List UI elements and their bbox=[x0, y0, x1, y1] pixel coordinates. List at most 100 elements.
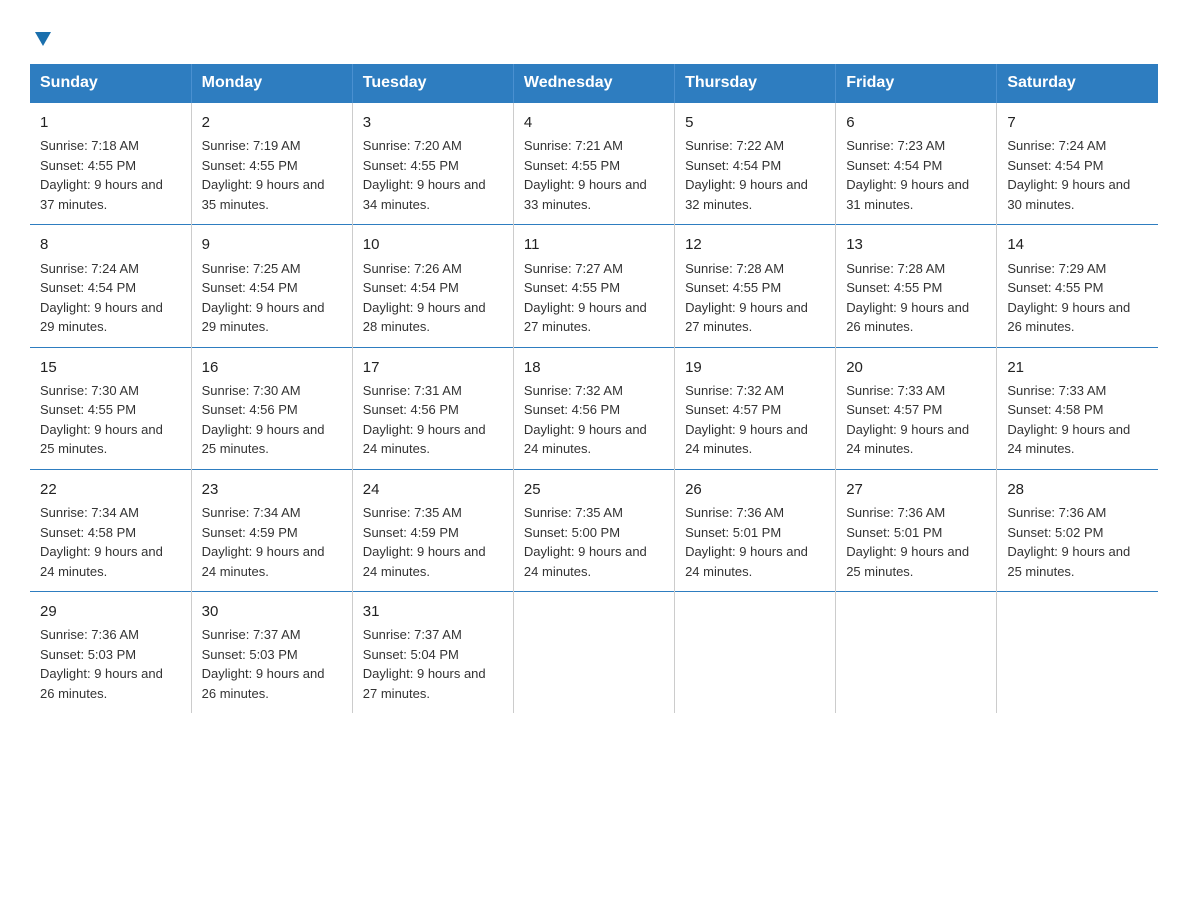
day-info: Sunrise: 7:27 AMSunset: 4:55 PMDaylight:… bbox=[524, 259, 664, 337]
day-number: 9 bbox=[202, 233, 342, 256]
day-info: Sunrise: 7:26 AMSunset: 4:54 PMDaylight:… bbox=[363, 259, 503, 337]
week-row-5: 29Sunrise: 7:36 AMSunset: 5:03 PMDayligh… bbox=[30, 592, 1158, 714]
day-number: 21 bbox=[1007, 356, 1148, 379]
day-info: Sunrise: 7:18 AMSunset: 4:55 PMDaylight:… bbox=[40, 136, 181, 214]
day-number: 14 bbox=[1007, 233, 1148, 256]
header-day-wednesday: Wednesday bbox=[513, 64, 674, 103]
calendar-cell: 8 Sunrise: 7:24 AMSunset: 4:54 PMDaylight… bbox=[30, 225, 191, 347]
calendar-cell: 25Sunrise: 7:35 AMSunset: 5:00 PMDayligh… bbox=[513, 469, 674, 591]
calendar-cell: 21Sunrise: 7:33 AMSunset: 4:58 PMDayligh… bbox=[997, 347, 1158, 469]
calendar-cell: 11Sunrise: 7:27 AMSunset: 4:55 PMDayligh… bbox=[513, 225, 674, 347]
header-day-friday: Friday bbox=[836, 64, 997, 103]
day-number: 28 bbox=[1007, 478, 1148, 501]
day-number: 7 bbox=[1007, 111, 1148, 134]
day-info: Sunrise: 7:34 AMSunset: 4:58 PMDaylight:… bbox=[40, 503, 181, 581]
day-info: Sunrise: 7:19 AMSunset: 4:55 PMDaylight:… bbox=[202, 136, 342, 214]
day-info: Sunrise: 7:23 AMSunset: 4:54 PMDaylight:… bbox=[846, 136, 986, 214]
calendar-cell: 31Sunrise: 7:37 AMSunset: 5:04 PMDayligh… bbox=[352, 592, 513, 714]
day-number: 27 bbox=[846, 478, 986, 501]
day-info: Sunrise: 7:28 AMSunset: 4:55 PMDaylight:… bbox=[846, 259, 986, 337]
calendar-cell bbox=[675, 592, 836, 714]
day-number: 26 bbox=[685, 478, 825, 501]
header-day-saturday: Saturday bbox=[997, 64, 1158, 103]
week-row-2: 8 Sunrise: 7:24 AMSunset: 4:54 PMDaylight… bbox=[30, 225, 1158, 347]
day-info: Sunrise: 7:33 AMSunset: 4:57 PMDaylight:… bbox=[846, 381, 986, 459]
calendar-cell: 20Sunrise: 7:33 AMSunset: 4:57 PMDayligh… bbox=[836, 347, 997, 469]
calendar-cell: 29Sunrise: 7:36 AMSunset: 5:03 PMDayligh… bbox=[30, 592, 191, 714]
week-row-4: 22Sunrise: 7:34 AMSunset: 4:58 PMDayligh… bbox=[30, 469, 1158, 591]
calendar-cell: 5Sunrise: 7:22 AMSunset: 4:54 PMDaylight… bbox=[675, 103, 836, 225]
day-info: Sunrise: 7:25 AMSunset: 4:54 PMDaylight:… bbox=[202, 259, 342, 337]
calendar-cell: 9 Sunrise: 7:25 AMSunset: 4:54 PMDaylight… bbox=[191, 225, 352, 347]
calendar-cell: 16Sunrise: 7:30 AMSunset: 4:56 PMDayligh… bbox=[191, 347, 352, 469]
day-info: Sunrise: 7:31 AMSunset: 4:56 PMDaylight:… bbox=[363, 381, 503, 459]
calendar-cell: 3Sunrise: 7:20 AMSunset: 4:55 PMDaylight… bbox=[352, 103, 513, 225]
day-info: Sunrise: 7:28 AMSunset: 4:55 PMDaylight:… bbox=[685, 259, 825, 337]
day-info: Sunrise: 7:35 AMSunset: 5:00 PMDaylight:… bbox=[524, 503, 664, 581]
day-number: 6 bbox=[846, 111, 986, 134]
day-number: 8 bbox=[40, 233, 181, 256]
calendar-cell: 6Sunrise: 7:23 AMSunset: 4:54 PMDaylight… bbox=[836, 103, 997, 225]
calendar-cell: 12 Sunrise: 7:28 AMSunset: 4:55 PMDayligh… bbox=[675, 225, 836, 347]
day-info: Sunrise: 7:37 AMSunset: 5:04 PMDaylight:… bbox=[363, 625, 503, 703]
calendar-cell bbox=[997, 592, 1158, 714]
day-info: Sunrise: 7:36 AMSunset: 5:01 PMDaylight:… bbox=[685, 503, 825, 581]
day-info: Sunrise: 7:24 AMSunset: 4:54 PMDaylight:… bbox=[1007, 136, 1148, 214]
day-number: 12 bbox=[685, 233, 825, 256]
day-info: Sunrise: 7:30 AMSunset: 4:55 PMDaylight:… bbox=[40, 381, 181, 459]
calendar-cell: 26Sunrise: 7:36 AMSunset: 5:01 PMDayligh… bbox=[675, 469, 836, 591]
calendar-cell: 19Sunrise: 7:32 AMSunset: 4:57 PMDayligh… bbox=[675, 347, 836, 469]
logo bbox=[30, 20, 54, 48]
day-number: 19 bbox=[685, 356, 825, 379]
week-row-3: 15Sunrise: 7:30 AMSunset: 4:55 PMDayligh… bbox=[30, 347, 1158, 469]
calendar-cell: 30Sunrise: 7:37 AMSunset: 5:03 PMDayligh… bbox=[191, 592, 352, 714]
day-number: 2 bbox=[202, 111, 342, 134]
day-number: 22 bbox=[40, 478, 181, 501]
day-info: Sunrise: 7:33 AMSunset: 4:58 PMDaylight:… bbox=[1007, 381, 1148, 459]
calendar-cell: 15Sunrise: 7:30 AMSunset: 4:55 PMDayligh… bbox=[30, 347, 191, 469]
calendar-cell: 28Sunrise: 7:36 AMSunset: 5:02 PMDayligh… bbox=[997, 469, 1158, 591]
day-info: Sunrise: 7:36 AMSunset: 5:03 PMDaylight:… bbox=[40, 625, 181, 703]
day-number: 5 bbox=[685, 111, 825, 134]
day-info: Sunrise: 7:34 AMSunset: 4:59 PMDaylight:… bbox=[202, 503, 342, 581]
day-info: Sunrise: 7:35 AMSunset: 4:59 PMDaylight:… bbox=[363, 503, 503, 581]
header-day-sunday: Sunday bbox=[30, 64, 191, 103]
calendar-cell: 10 Sunrise: 7:26 AMSunset: 4:54 PMDayligh… bbox=[352, 225, 513, 347]
header-day-monday: Monday bbox=[191, 64, 352, 103]
day-number: 25 bbox=[524, 478, 664, 501]
calendar-body: 1Sunrise: 7:18 AMSunset: 4:55 PMDaylight… bbox=[30, 103, 1158, 714]
day-number: 24 bbox=[363, 478, 503, 501]
header-day-tuesday: Tuesday bbox=[352, 64, 513, 103]
calendar-cell: 17Sunrise: 7:31 AMSunset: 4:56 PMDayligh… bbox=[352, 347, 513, 469]
day-number: 3 bbox=[363, 111, 503, 134]
page-header bbox=[30, 20, 1158, 48]
day-number: 15 bbox=[40, 356, 181, 379]
day-number: 18 bbox=[524, 356, 664, 379]
day-number: 13 bbox=[846, 233, 986, 256]
calendar-table: SundayMondayTuesdayWednesdayThursdayFrid… bbox=[30, 64, 1158, 713]
header-row: SundayMondayTuesdayWednesdayThursdayFrid… bbox=[30, 64, 1158, 103]
day-info: Sunrise: 7:32 AMSunset: 4:56 PMDaylight:… bbox=[524, 381, 664, 459]
calendar-cell bbox=[513, 592, 674, 714]
day-number: 17 bbox=[363, 356, 503, 379]
day-info: Sunrise: 7:37 AMSunset: 5:03 PMDaylight:… bbox=[202, 625, 342, 703]
day-info: Sunrise: 7:29 AMSunset: 4:55 PMDaylight:… bbox=[1007, 259, 1148, 337]
day-number: 10 bbox=[363, 233, 503, 256]
calendar-cell: 23Sunrise: 7:34 AMSunset: 4:59 PMDayligh… bbox=[191, 469, 352, 591]
calendar-cell: 27Sunrise: 7:36 AMSunset: 5:01 PMDayligh… bbox=[836, 469, 997, 591]
day-number: 23 bbox=[202, 478, 342, 501]
calendar-cell: 18Sunrise: 7:32 AMSunset: 4:56 PMDayligh… bbox=[513, 347, 674, 469]
calendar-cell: 1Sunrise: 7:18 AMSunset: 4:55 PMDaylight… bbox=[30, 103, 191, 225]
calendar-cell: 22Sunrise: 7:34 AMSunset: 4:58 PMDayligh… bbox=[30, 469, 191, 591]
day-info: Sunrise: 7:36 AMSunset: 5:02 PMDaylight:… bbox=[1007, 503, 1148, 581]
calendar-cell: 2Sunrise: 7:19 AMSunset: 4:55 PMDaylight… bbox=[191, 103, 352, 225]
day-info: Sunrise: 7:36 AMSunset: 5:01 PMDaylight:… bbox=[846, 503, 986, 581]
day-number: 31 bbox=[363, 600, 503, 623]
day-info: Sunrise: 7:32 AMSunset: 4:57 PMDaylight:… bbox=[685, 381, 825, 459]
day-info: Sunrise: 7:22 AMSunset: 4:54 PMDaylight:… bbox=[685, 136, 825, 214]
calendar-cell: 24Sunrise: 7:35 AMSunset: 4:59 PMDayligh… bbox=[352, 469, 513, 591]
week-row-1: 1Sunrise: 7:18 AMSunset: 4:55 PMDaylight… bbox=[30, 103, 1158, 225]
day-number: 20 bbox=[846, 356, 986, 379]
day-number: 30 bbox=[202, 600, 342, 623]
day-info: Sunrise: 7:24 AMSunset: 4:54 PMDaylight:… bbox=[40, 259, 181, 337]
